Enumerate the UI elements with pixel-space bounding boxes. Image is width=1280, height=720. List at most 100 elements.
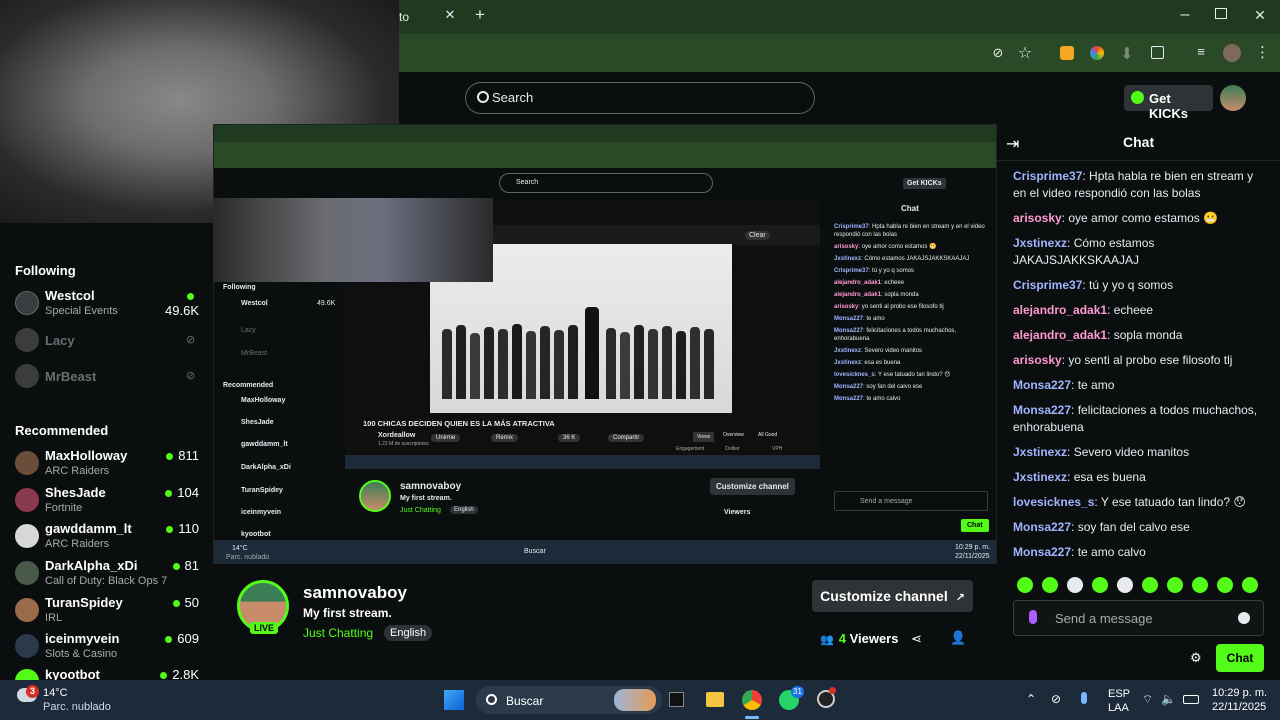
stream-category[interactable]: Just Chatting bbox=[303, 626, 373, 640]
chat-username[interactable]: Monsa227 bbox=[1013, 403, 1071, 417]
emoji-icon[interactable] bbox=[1238, 612, 1250, 624]
nested-stream-title: My first stream. bbox=[400, 495, 452, 502]
share-icon[interactable]: ⋖ bbox=[911, 631, 922, 647]
nested-chat-text: oye amor como estamos 😬 bbox=[861, 244, 937, 250]
nested-chat-user: Monsa227 bbox=[834, 328, 864, 334]
color-extension-icon[interactable] bbox=[1090, 46, 1104, 60]
download-icon[interactable]: ⬇ bbox=[1120, 44, 1134, 64]
chat-username[interactable]: Jxstinexz bbox=[1013, 470, 1067, 484]
get-kicks-button[interactable]: Get KICKs bbox=[1124, 85, 1213, 121]
tray-chevron-icon[interactable]: ⌃ bbox=[1026, 692, 1036, 706]
task-view-icon[interactable] bbox=[669, 692, 684, 707]
sidebar-item-turanspidey[interactable]: TuranSpidey IRL 50 bbox=[15, 593, 210, 627]
nested-chat-text: sopla monda bbox=[884, 292, 919, 298]
download-extension-icon[interactable] bbox=[1060, 46, 1074, 60]
chat-username[interactable]: Monsa227 bbox=[1013, 520, 1071, 534]
chat-username[interactable]: Jxstinexz bbox=[1013, 236, 1067, 250]
nested-following-title: Following bbox=[223, 284, 256, 291]
emote-icon[interactable] bbox=[1092, 577, 1108, 593]
windows-start-icon[interactable] bbox=[444, 690, 464, 710]
no-camera-icon[interactable]: ⊘ bbox=[990, 45, 1006, 61]
chat-username[interactable]: arisosky bbox=[1013, 353, 1062, 367]
extensions-icon[interactable] bbox=[1151, 46, 1164, 59]
microphone-icon[interactable] bbox=[1029, 610, 1037, 624]
sidebar-item-mrbeast[interactable]: MrBeast ⊘ bbox=[15, 362, 210, 390]
stream-title: My first stream. bbox=[303, 606, 392, 620]
taskbar-time[interactable]: 10:29 p. m. bbox=[1212, 687, 1267, 699]
sidebar-item-sub: IRL bbox=[45, 612, 63, 624]
chat-username[interactable]: alejandro_adak1 bbox=[1013, 303, 1107, 317]
emote-icon[interactable] bbox=[1017, 577, 1033, 593]
window-close-icon[interactable]: ✕ bbox=[1253, 7, 1267, 24]
minimize-icon[interactable]: – bbox=[1178, 6, 1192, 24]
camera-off-icon[interactable]: ⊘ bbox=[1051, 692, 1061, 706]
collapse-chat-icon[interactable]: ⇥ bbox=[1006, 134, 1019, 154]
nested-join: Unirme bbox=[431, 434, 461, 442]
emote-icon[interactable] bbox=[1067, 577, 1083, 593]
nested-chat-text: echeee bbox=[884, 280, 905, 286]
video-off-icon: ⊘ bbox=[186, 334, 196, 346]
chat-message: Monsa227: te amo calvo bbox=[1013, 545, 1146, 559]
chat-username[interactable]: lovesicknes_s bbox=[1013, 495, 1094, 509]
streamer-username[interactable]: samnovaboy bbox=[303, 583, 407, 603]
chat-username[interactable]: Jxstinexz bbox=[1013, 445, 1067, 459]
customize-channel-button[interactable]: Customize channel ↗ bbox=[812, 580, 973, 612]
microphone-tray-icon[interactable] bbox=[1081, 692, 1087, 704]
bookmark-star-icon[interactable]: ☆ bbox=[1017, 43, 1033, 63]
sidebar-item-darkalpha[interactable]: DarkAlpha_xDi Call of Duty: Black Ops 7 … bbox=[15, 556, 210, 590]
volume-icon[interactable]: 🔈 bbox=[1161, 692, 1176, 706]
sidebar-item-maxholloway[interactable]: MaxHolloway ARC Raiders 811 bbox=[15, 446, 210, 480]
chat-message: Monsa227: te amo bbox=[1013, 378, 1115, 392]
search-placeholder: Search bbox=[492, 90, 534, 105]
nested-chat-text: te amo bbox=[866, 316, 885, 322]
chat-username[interactable]: Crisprime37 bbox=[1013, 278, 1082, 292]
new-tab-icon[interactable]: + bbox=[473, 5, 487, 25]
emote-icon[interactable] bbox=[1192, 577, 1208, 593]
media-control-icon[interactable]: ≡ bbox=[1193, 44, 1209, 59]
sidebar-item-lacy[interactable]: Lacy ⊘ bbox=[15, 326, 210, 354]
emote-icon[interactable] bbox=[1167, 577, 1183, 593]
nested-overview: Overview bbox=[723, 432, 744, 438]
chat-username[interactable]: Monsa227 bbox=[1013, 545, 1071, 559]
browser-menu-icon[interactable]: ⋮ bbox=[1255, 43, 1270, 61]
profile-avatar[interactable] bbox=[1223, 44, 1241, 62]
language-top[interactable]: ESP bbox=[1108, 688, 1130, 700]
video-off-icon: ⊘ bbox=[186, 370, 196, 382]
chat-username[interactable]: arisosky bbox=[1013, 211, 1062, 225]
emote-icon[interactable] bbox=[1142, 577, 1158, 593]
tab-close-icon[interactable]: ✕ bbox=[443, 7, 457, 23]
stream-language[interactable]: English bbox=[384, 625, 433, 641]
following-title: Following bbox=[15, 263, 76, 278]
sidebar-item-iceinmyvein[interactable]: iceinmyvein Slots & Casino 609 bbox=[15, 629, 210, 663]
chat-username[interactable]: alejandro_adak1 bbox=[1013, 328, 1107, 342]
sidebar-item-label: MrBeast bbox=[45, 369, 97, 384]
sidebar-item-westcol[interactable]: Westcol Special Events 49.6K bbox=[15, 286, 210, 320]
emote-icon[interactable] bbox=[1042, 577, 1058, 593]
live-dot bbox=[160, 672, 168, 680]
follow-settings-icon[interactable]: 👤 bbox=[950, 630, 966, 646]
sidebar-item-kyootbot[interactable]: kyootbot 2.8K bbox=[15, 666, 210, 680]
emote-icon[interactable] bbox=[1117, 577, 1133, 593]
wifi-icon[interactable]: ⌔ bbox=[1142, 692, 1153, 707]
chat-settings-icon[interactable]: ⚙ bbox=[1190, 650, 1202, 666]
emote-icon[interactable] bbox=[1217, 577, 1233, 593]
maximize-icon[interactable] bbox=[1215, 8, 1227, 19]
language-bottom[interactable]: LAA bbox=[1108, 702, 1129, 714]
nested-all-good: All Good bbox=[758, 432, 778, 438]
emote-icon[interactable] bbox=[1242, 577, 1258, 593]
chat-send-button[interactable]: Chat bbox=[1216, 644, 1264, 672]
emote-bar[interactable] bbox=[1017, 577, 1267, 593]
nested-views: Views bbox=[693, 432, 715, 442]
taskbar-date[interactable]: 22/11/2025 bbox=[1212, 701, 1266, 713]
sidebar-item-gawddamm[interactable]: gawddamm_lt ARC Raiders 110 bbox=[15, 519, 210, 553]
chat-username[interactable]: Crisprime37 bbox=[1013, 169, 1082, 183]
nested-username: samnovaboy bbox=[400, 481, 462, 492]
battery-icon[interactable] bbox=[1183, 695, 1199, 704]
file-explorer-icon[interactable] bbox=[706, 692, 724, 707]
chat-username[interactable]: Monsa227 bbox=[1013, 378, 1071, 392]
user-avatar[interactable] bbox=[1220, 85, 1246, 111]
sidebar-item-shesjade[interactable]: ShesJade Fortnite 104 bbox=[15, 483, 210, 517]
browser-tab-title[interactable]: to bbox=[399, 10, 409, 24]
nested-category: Just Chatting bbox=[400, 507, 441, 514]
chrome-icon[interactable] bbox=[742, 690, 762, 710]
